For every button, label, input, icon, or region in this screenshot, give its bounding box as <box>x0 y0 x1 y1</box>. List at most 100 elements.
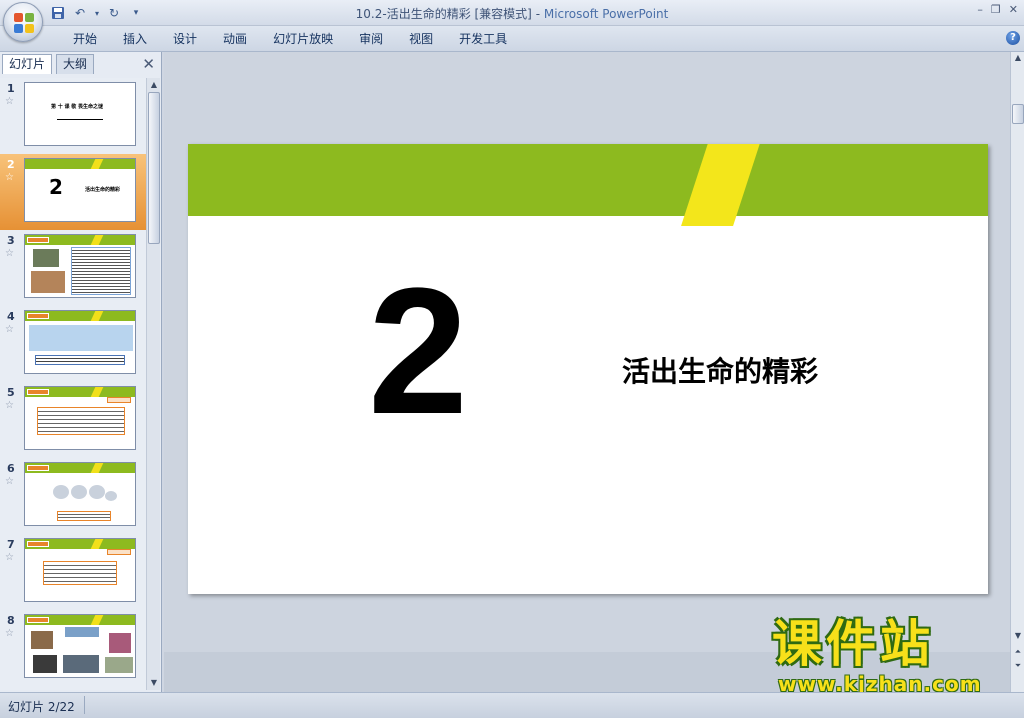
thumb-photo <box>33 249 59 267</box>
tab-view[interactable]: 视图 <box>396 31 446 47</box>
slide-title[interactable]: 活出生命的精彩 <box>622 350 818 390</box>
animation-star-icon: ☆ <box>5 400 14 411</box>
window-controls: – ❐ ✕ <box>977 3 1018 16</box>
status-divider <box>84 696 85 714</box>
thumb-circle <box>105 491 117 501</box>
slide-counter: 幻灯片 2/22 <box>8 700 75 714</box>
thumb-photo <box>31 271 65 293</box>
tab-review[interactable]: 审阅 <box>346 31 396 47</box>
thumb-tag <box>27 313 49 319</box>
slide-editor: 2 活出生命的精彩 <box>164 52 1010 692</box>
slide-thumbnail-4[interactable]: 4 ☆ <box>0 306 146 382</box>
thumb-photo <box>65 627 99 637</box>
thumb-number: 1 <box>7 82 15 95</box>
tab-slides[interactable]: 幻灯片 <box>2 54 53 74</box>
tab-home[interactable]: 开始 <box>60 31 110 47</box>
tab-design[interactable]: 设计 <box>160 31 210 47</box>
thumb-tag <box>27 237 49 243</box>
thumb-text-block <box>35 355 125 365</box>
thumb-preview: 第 十 课 敬 畏生命之谜 <box>24 82 136 146</box>
scroll-down-icon[interactable]: ▼ <box>148 676 160 690</box>
slides-pane: 幻灯片 大纲 ✕ 1 ☆ 第 十 课 敬 畏生命之谜 2 ☆ 2 活出生命的精彩… <box>0 52 162 692</box>
next-slide-icon[interactable]: ⏷ <box>1012 660 1024 672</box>
animation-star-icon: ☆ <box>5 628 14 639</box>
close-button[interactable]: ✕ <box>1009 3 1018 16</box>
tab-insert[interactable]: 插入 <box>110 31 160 47</box>
scroll-up-icon[interactable]: ▲ <box>1012 52 1024 64</box>
thumb-label-box <box>107 397 131 403</box>
animation-star-icon: ☆ <box>5 324 14 335</box>
scroll-thumb[interactable] <box>1012 104 1024 124</box>
slide-scrollbar[interactable]: ▲ ▼ ⏶ ⏷ <box>1010 52 1024 692</box>
animation-star-icon: ☆ <box>5 476 14 487</box>
tab-developer[interactable]: 开发工具 <box>446 31 520 47</box>
slide-thumbnail-5[interactable]: 5 ☆ <box>0 382 146 458</box>
slide-thumbnail-6[interactable]: 6 ☆ <box>0 458 146 534</box>
thumb-circle <box>71 485 87 499</box>
thumb-text-block <box>43 561 117 585</box>
thumb-preview <box>24 614 136 678</box>
office-button[interactable] <box>3 2 43 42</box>
previous-slide-icon[interactable]: ⏶ <box>1012 646 1024 658</box>
help-icon[interactable]: ? <box>1006 31 1020 45</box>
ribbon-tabs: 开始 插入 设计 动画 幻灯片放映 审阅 视图 开发工具 <box>60 31 520 47</box>
thumb-tag <box>27 617 49 623</box>
thumb-preview: 2 活出生命的精彩 <box>24 158 136 222</box>
slide-thumbnail-8[interactable]: 8 ☆ <box>0 610 146 686</box>
thumb-big-number: 2 <box>49 175 63 199</box>
slide-thumbnail-1[interactable]: 1 ☆ 第 十 课 敬 畏生命之谜 <box>0 78 146 154</box>
tab-outline[interactable]: 大纲 <box>56 54 95 74</box>
animation-star-icon: ☆ <box>5 552 14 563</box>
thumb-preview <box>24 538 136 602</box>
scroll-thumb[interactable] <box>148 92 160 244</box>
thumb-circle <box>53 485 69 499</box>
title-separator: - <box>531 7 544 21</box>
thumb-banner <box>25 159 135 169</box>
thumb-photo <box>105 657 133 673</box>
thumb-photo <box>33 655 57 673</box>
slide-banner <box>188 144 988 216</box>
thumb-circle <box>89 485 105 499</box>
close-pane-icon[interactable]: ✕ <box>142 55 155 73</box>
tab-animations[interactable]: 动画 <box>210 31 260 47</box>
scroll-down-icon[interactable]: ▼ <box>1012 630 1024 642</box>
thumbnail-list: 1 ☆ 第 十 课 敬 畏生命之谜 2 ☆ 2 活出生命的精彩 3 ☆ 4 ☆ … <box>0 78 146 690</box>
thumbnail-scrollbar[interactable]: ▲ ▼ <box>146 78 160 690</box>
thumb-number: 6 <box>7 462 15 475</box>
app-name: Microsoft PowerPoint <box>543 7 669 21</box>
minimize-button[interactable]: – <box>977 3 983 16</box>
slide-thumbnail-7[interactable]: 7 ☆ <box>0 534 146 610</box>
slide-thumbnail-3[interactable]: 3 ☆ <box>0 230 146 306</box>
slide-number-text[interactable]: 2 <box>368 262 468 442</box>
window-title: 10.2-活出生命的精彩 [兼容模式] - Microsoft PowerPoi… <box>0 5 1024 22</box>
ribbon: 开始 插入 设计 动画 幻灯片放映 审阅 视图 开发工具 ? <box>0 26 1024 52</box>
animation-star-icon: ☆ <box>5 248 14 259</box>
thumb-text-block <box>57 511 111 521</box>
thumb-text-block <box>71 247 131 295</box>
thumb-underline <box>57 119 103 120</box>
status-bar: 幻灯片 2/22 <box>0 692 1024 718</box>
thumb-tag <box>27 541 49 547</box>
office-logo-icon <box>14 13 34 33</box>
tab-slideshow[interactable]: 幻灯片放映 <box>260 31 346 47</box>
title-bar: ↶ ▾ ↻ ▾ 10.2-活出生命的精彩 [兼容模式] - Microsoft … <box>0 0 1024 26</box>
document-title: 10.2-活出生命的精彩 [兼容模式] <box>355 7 532 21</box>
watermark-cn: 课件站 <box>772 615 934 673</box>
thumb-photo <box>31 631 53 649</box>
restore-button[interactable]: ❐ <box>991 3 1001 16</box>
thumb-preview <box>24 234 136 298</box>
thumb-number: 5 <box>7 386 15 399</box>
thumb-title-text: 第 十 课 敬 畏生命之谜 <box>51 104 103 110</box>
thumb-preview <box>24 386 136 450</box>
scroll-up-icon[interactable]: ▲ <box>148 78 160 92</box>
current-slide[interactable]: 2 活出生命的精彩 <box>188 144 988 594</box>
slide-thumbnail-2[interactable]: 2 ☆ 2 活出生命的精彩 <box>0 154 146 230</box>
thumb-text-block <box>37 407 125 435</box>
thumb-label-box <box>107 549 131 555</box>
thumb-photo <box>109 633 131 653</box>
watermark-logo: 课件站 www.kjzhan.com <box>772 615 1008 696</box>
thumb-number: 2 <box>7 158 15 171</box>
thumb-number: 3 <box>7 234 15 247</box>
thumb-title-text: 活出生命的精彩 <box>85 187 121 193</box>
thumb-preview <box>24 462 136 526</box>
